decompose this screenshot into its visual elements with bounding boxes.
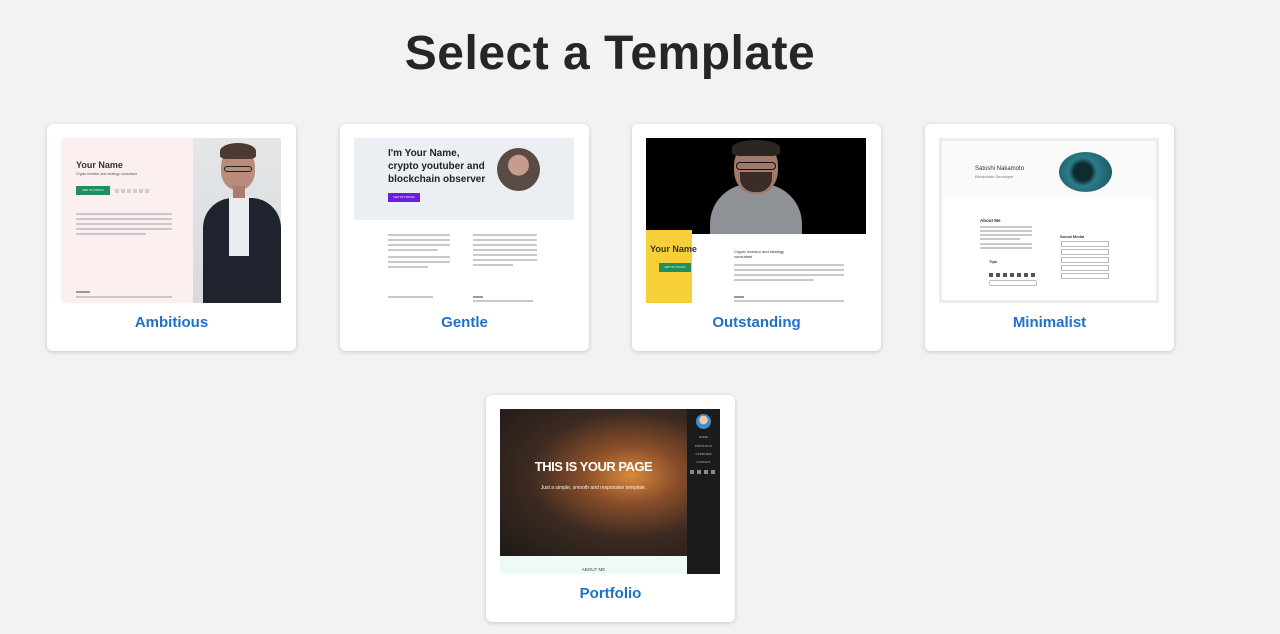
preview-headline: crypto youtuber and <box>388 161 485 172</box>
preview-nav-overview: OVERVIEW <box>695 452 712 456</box>
preview-about: About Me <box>980 218 1001 223</box>
preview-name: Your Name <box>650 244 697 254</box>
template-card-gentle[interactable]: I'm Your Name, crypto youtuber and block… <box>340 124 589 351</box>
template-preview-minimalist[interactable]: Satoshi Nakamoto Blockchain Developer Ab… <box>939 138 1159 303</box>
preview-social: Social Media <box>1060 234 1085 239</box>
template-card-portfolio[interactable]: THIS IS YOUR PAGE Just a simple, smooth … <box>486 395 735 622</box>
avatar <box>696 414 711 429</box>
hero-image <box>500 409 687 556</box>
template-card-ambitious[interactable]: Your Name Crypto investor and strategy c… <box>47 124 296 351</box>
preview-nav-portfolio: PORTFOLIO <box>694 444 713 448</box>
template-label-outstanding[interactable]: Outstanding <box>632 314 881 331</box>
preview-icon-row <box>989 273 1037 277</box>
preview-headline: blockchain observer <box>388 174 486 185</box>
preview-nav-home: HOME <box>699 435 708 439</box>
page-title: Select a Template <box>404 27 816 80</box>
template-preview-portfolio[interactable]: THIS IS YOUR PAGE Just a simple, smooth … <box>500 409 720 574</box>
preview-button: GET IN TOUCH <box>388 193 420 202</box>
template-label-minimalist[interactable]: Minimalist <box>925 314 1174 331</box>
preview-headline: I'm Your Name, <box>388 148 460 159</box>
preview-social-icons <box>690 470 718 474</box>
template-preview-outstanding[interactable]: Your Name GET IN TOUCH Crypto investor a… <box>646 138 866 303</box>
preview-section-title: ABOUT ME <box>581 567 606 572</box>
preview-nav-contact: CONTACT <box>696 460 711 464</box>
preview-social-icons <box>115 189 151 193</box>
preview-button: GET IN TOUCH <box>659 263 691 272</box>
preview-tagline: Just a simple, smooth and responsive tem… <box>540 485 647 491</box>
avatar <box>1059 152 1112 192</box>
template-card-minimalist[interactable]: Satoshi Nakamoto Blockchain Developer Ab… <box>925 124 1174 351</box>
portrait-image <box>193 138 281 303</box>
preview-hero-title: THIS IS YOUR PAGE <box>534 459 653 474</box>
template-label-portfolio[interactable]: Portfolio <box>486 585 735 602</box>
preview-tips: Tips <box>989 259 998 264</box>
preview-subtitle: Blockchain Developer <box>975 174 1014 179</box>
preview-subtitle: Crypto investor and strategy consultant <box>76 172 137 176</box>
template-label-ambitious[interactable]: Ambitious <box>47 314 296 331</box>
template-label-gentle[interactable]: Gentle <box>340 314 589 331</box>
preview-name: Satoshi Nakamoto <box>975 166 1025 172</box>
template-card-outstanding[interactable]: Your Name GET IN TOUCH Crypto investor a… <box>632 124 881 351</box>
avatar <box>497 148 540 191</box>
template-preview-gentle[interactable]: I'm Your Name, crypto youtuber and block… <box>354 138 574 303</box>
hero-image <box>646 138 866 234</box>
preview-button: GET IN TOUCH <box>76 186 110 195</box>
preview-subtitle: Crypto investor and strategy consultant <box>734 249 785 259</box>
preview-name: Your Name <box>76 160 123 170</box>
template-preview-ambitious[interactable]: Your Name Crypto investor and strategy c… <box>61 138 281 303</box>
